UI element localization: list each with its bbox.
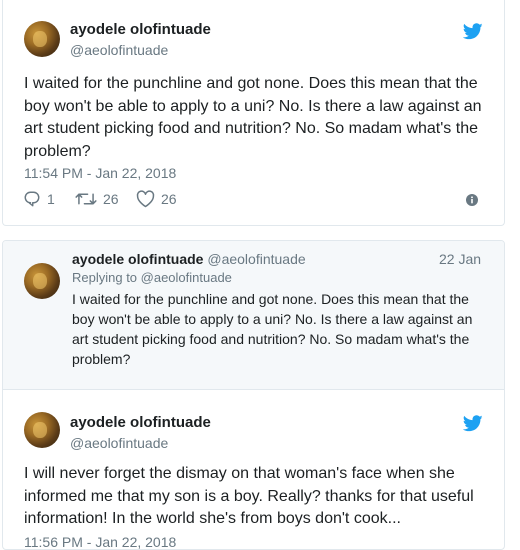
avatar[interactable] <box>24 412 60 448</box>
like-count: 26 <box>161 191 177 207</box>
tweet-timestamp[interactable]: 11:56 PM - Jan 22, 2018 <box>24 534 176 549</box>
quoted-text: I waited for the punchline and got none.… <box>72 291 473 367</box>
quoted-tweet[interactable]: ayodele olofintuade @aeolofintuade 22 Ja… <box>3 241 504 390</box>
retweet-icon <box>75 193 97 205</box>
tweet-text: I will never forget the dismay on that w… <box>24 465 474 527</box>
like-button[interactable]: 26 <box>136 190 177 208</box>
twitter-bird-icon[interactable] <box>463 415 483 432</box>
twitter-bird-icon[interactable] <box>463 23 483 40</box>
avatar[interactable] <box>24 263 60 299</box>
tweet-card-1: ayodele olofintuade @aeolofintuade I wai… <box>2 0 505 226</box>
quoted-author-handle: @aeolofintuade <box>207 251 306 267</box>
replying-to[interactable]: Replying to @aeolofintuade <box>72 270 232 285</box>
quoted-author[interactable]: ayodele olofintuade @aeolofintuade <box>72 251 306 267</box>
quoted-author-name: ayodele olofintuade <box>72 251 204 267</box>
author-handle[interactable]: @aeolofintuade <box>70 435 168 451</box>
info-icon[interactable] <box>466 194 478 206</box>
tweet-card-2: ayodele olofintuade @aeolofintuade 22 Ja… <box>2 240 505 550</box>
retweet-count: 26 <box>103 191 119 207</box>
retweet-button[interactable]: 26 <box>75 190 119 208</box>
tweet-text: I waited for the punchline and got none.… <box>24 75 482 160</box>
reply-button[interactable]: 1 <box>23 190 55 208</box>
heart-icon <box>136 190 155 208</box>
tweet-timestamp[interactable]: 11:54 PM - Jan 22, 2018 <box>24 165 176 181</box>
author-name[interactable]: ayodele olofintuade <box>70 21 211 38</box>
author-name[interactable]: ayodele olofintuade <box>70 414 211 431</box>
avatar[interactable] <box>24 21 60 57</box>
reply-count: 1 <box>47 191 55 207</box>
quoted-date[interactable]: 22 Jan <box>439 251 481 267</box>
reply-icon <box>24 191 40 207</box>
author-handle[interactable]: @aeolofintuade <box>70 42 168 58</box>
